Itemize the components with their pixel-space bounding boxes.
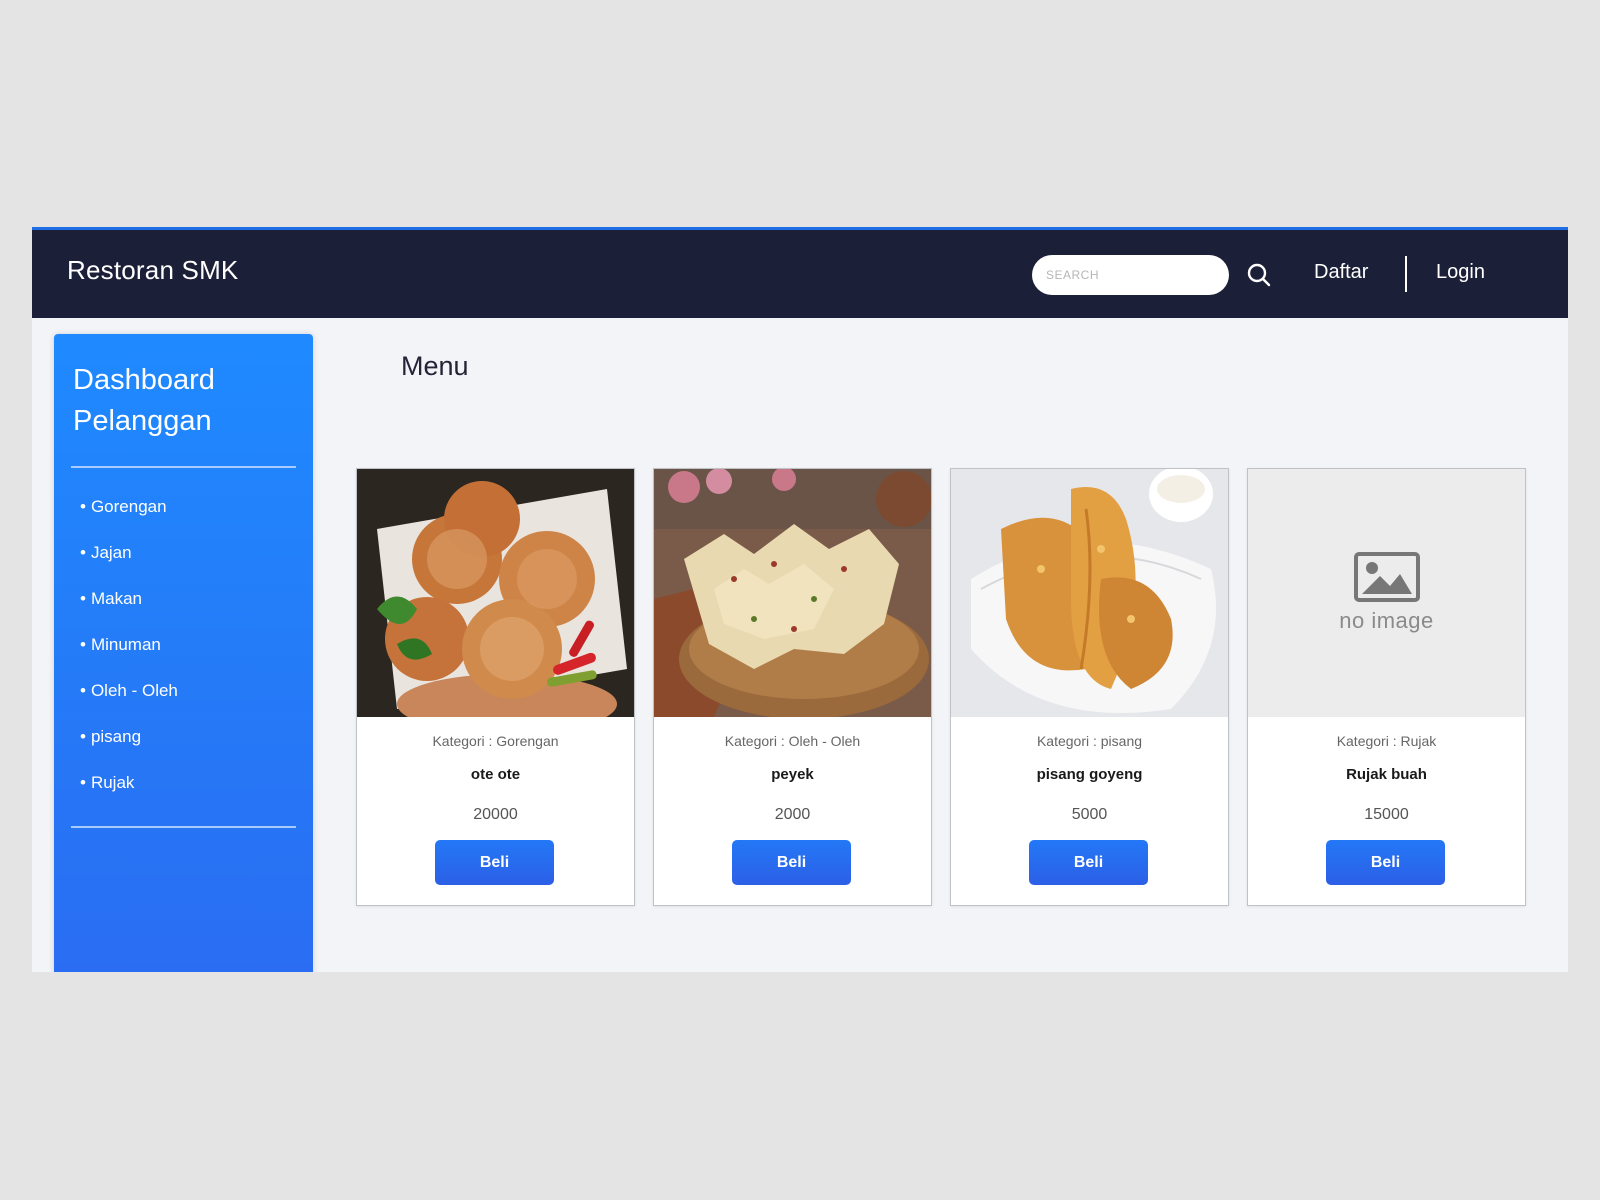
sidebar-divider-bottom [71, 826, 296, 828]
buy-button[interactable]: Beli [1326, 840, 1445, 885]
search-icon [1247, 263, 1271, 287]
app-window: Restoran SMK Daftar Login Dashboard Pela… [32, 227, 1568, 972]
product-card: no image Kategori : Rujak Rujak buah 150… [1247, 468, 1526, 906]
sidebar-item-label: Jajan [90, 543, 132, 562]
sidebar-title-line1: Dashboard [73, 364, 215, 396]
nav-link-daftar[interactable]: Daftar [1314, 261, 1368, 284]
brand-logo[interactable]: Restoran SMK [67, 255, 238, 286]
product-image[interactable] [357, 469, 634, 717]
bullet-icon: • [80, 773, 86, 792]
nav-divider [1405, 256, 1407, 292]
sidebar-item-rujak[interactable]: • Rujak [80, 771, 178, 817]
sidebar-item-label: Oleh - Oleh [90, 681, 178, 700]
product-price: 2000 [774, 806, 811, 823]
product-price: 20000 [473, 806, 518, 823]
sidebar: Dashboard Pelanggan • Gorengan • Jajan • Ma… [54, 334, 313, 972]
sidebar-item-pisang[interactable]: • pisang [80, 725, 178, 771]
sidebar-item-label: pisang [90, 727, 142, 746]
no-image-label: no image [1339, 608, 1434, 633]
bullet-icon: • [80, 543, 86, 562]
nav-link-login[interactable]: Login [1436, 261, 1485, 284]
product-image[interactable] [951, 469, 1228, 717]
sidebar-title: Dashboard Pelanggan [73, 360, 293, 442]
search-input[interactable] [1032, 255, 1229, 295]
sidebar-item-label: Rujak [90, 773, 135, 792]
buy-button[interactable]: Beli [435, 840, 554, 885]
product-name: pisang goyeng [1036, 766, 1143, 783]
sidebar-divider-top [71, 466, 296, 468]
product-category: Kategori : pisang [1036, 733, 1143, 749]
product-price: 5000 [1071, 806, 1108, 823]
bullet-icon: • [80, 727, 86, 746]
sidebar-item-label: Minuman [90, 635, 161, 654]
product-name: Rujak buah [1346, 766, 1427, 783]
product-card: Kategori : Oleh - Oleh peyek 2000 Beli [653, 468, 932, 906]
product-name: peyek [771, 766, 814, 783]
sidebar-item-minuman[interactable]: • Minuman [80, 633, 178, 679]
image-placeholder-icon [1353, 552, 1420, 602]
sidebar-item-oleh-oleh[interactable]: • Oleh - Oleh [80, 679, 178, 725]
buy-button[interactable]: Beli [732, 840, 851, 885]
product-category: Kategori : Oleh - Oleh [724, 733, 861, 749]
product-name: ote ote [470, 766, 521, 783]
sidebar-item-makan[interactable]: • Makan [80, 587, 178, 633]
product-image-placeholder[interactable]: no image [1248, 469, 1525, 717]
product-category: Kategori : Gorengan [432, 733, 559, 749]
product-card: Kategori : Gorengan ote ote 20000 Beli [356, 468, 635, 906]
bullet-icon: • [80, 497, 86, 516]
sidebar-title-line2: Pelanggan [73, 405, 212, 437]
buy-button[interactable]: Beli [1029, 840, 1148, 885]
bullet-icon: • [80, 589, 86, 608]
navbar: Restoran SMK Daftar Login [32, 230, 1568, 318]
product-image[interactable] [654, 469, 931, 717]
product-card: Kategori : pisang pisang goyeng 5000 Bel… [950, 468, 1229, 906]
bullet-icon: • [80, 681, 86, 700]
page-title: Menu [401, 351, 469, 381]
sidebar-item-label: Gorengan [90, 497, 167, 516]
product-price: 15000 [1364, 806, 1409, 823]
bullet-icon: • [80, 635, 86, 654]
search-button[interactable] [1242, 258, 1276, 292]
sidebar-item-gorengan[interactable]: • Gorengan [80, 495, 178, 541]
sidebar-item-label: Makan [90, 589, 142, 608]
sidebar-menu: • Gorengan • Jajan • Makan • Minuman • Oleh -… [80, 495, 178, 817]
product-category: Kategori : Rujak [1336, 733, 1437, 749]
sidebar-item-jajan[interactable]: • Jajan [80, 541, 178, 587]
